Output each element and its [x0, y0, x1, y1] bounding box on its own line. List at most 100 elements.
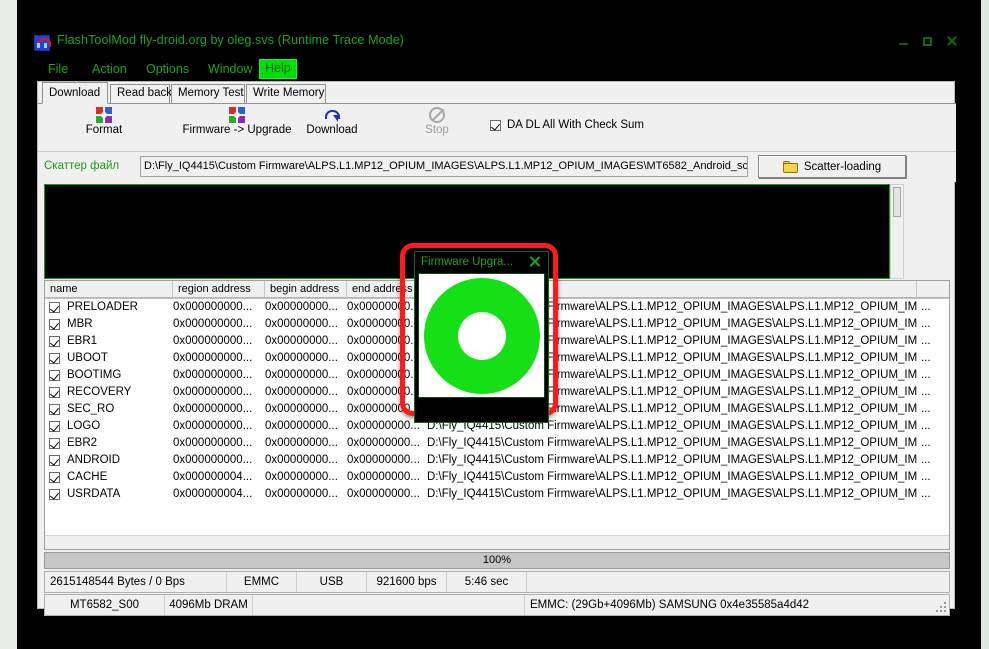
cell-end-address: 0x00000000...	[347, 437, 420, 449]
cell-begin-address: 0x00000000...	[265, 386, 338, 398]
cell-region-address: 0x000000000...	[173, 403, 253, 415]
status-connection: USB	[297, 572, 367, 592]
column-header-name[interactable]: name	[45, 281, 173, 298]
toolbar: Format Firmware -> Upgrade Download Stop…	[38, 104, 956, 152]
da-dl-checksum-label: DA DL All With Check Sum	[507, 119, 644, 131]
cell-name: SEC_RO	[67, 403, 115, 415]
cell-extra: ...	[921, 369, 931, 381]
status-emmc-info: EMMC: (29Gb+4096Mb) SAMSUNG 0x4e35585a4d…	[530, 599, 810, 611]
cell-extra: ...	[921, 437, 931, 449]
table-row[interactable]: EBR2 0x000000000... 0x00000000... 0x0000000…	[45, 435, 949, 452]
cell-name: MBR	[67, 318, 93, 330]
cell-begin-address: 0x00000000...	[265, 454, 338, 466]
minimize-icon[interactable]	[897, 34, 911, 48]
row-checkbox[interactable]	[49, 336, 60, 347]
row-checkbox[interactable]	[49, 370, 60, 381]
pinwheel-icon	[229, 107, 245, 123]
cell-begin-address: 0x00000000...	[265, 335, 338, 347]
table-row[interactable]: ANDROID 0x000000000... 0x00000000... 0x0000…	[45, 452, 949, 469]
resize-grip[interactable]	[935, 601, 947, 613]
firmware-upgrade-dialog: Firmware Upgra...	[414, 251, 549, 423]
dialog-body	[418, 273, 545, 398]
cell-name: EBR1	[67, 335, 98, 347]
cell-region-address: 0x000000000...	[173, 301, 253, 313]
cell-name: USRDATA	[67, 488, 121, 500]
row-checkbox[interactable]	[49, 472, 60, 483]
row-checkbox[interactable]	[49, 387, 60, 398]
column-header-begin-address[interactable]: begin address	[265, 281, 347, 298]
row-checkbox[interactable]	[49, 421, 60, 432]
row-checkbox[interactable]	[49, 438, 60, 449]
cell-location: D:\Fly_IQ4415\Custom Firmware\ALPS.L1.MP…	[427, 437, 917, 449]
tab-strip: Download Read back Memory Test Write Mem…	[38, 82, 956, 104]
table-row[interactable]: USRDATA 0x000000004... 0x00000000... 0x0000…	[45, 486, 949, 503]
menu-bar: File Action Options Window Help	[29, 57, 963, 81]
cell-extra: ...	[921, 403, 931, 415]
menu-item-file[interactable]: File	[43, 60, 73, 78]
tab-write-memory[interactable]: Write Memory	[246, 84, 326, 103]
close-icon[interactable]	[529, 255, 542, 268]
cell-extra: ...	[921, 454, 931, 466]
cell-extra: ...	[921, 471, 931, 483]
close-icon[interactable]	[945, 34, 959, 48]
cell-begin-address: 0x00000000...	[265, 420, 338, 432]
cell-region-address: 0x000000000...	[173, 420, 253, 432]
flashtool-icon	[34, 35, 51, 51]
status-storage-type: EMMC	[227, 572, 297, 592]
row-checkbox[interactable]	[49, 353, 60, 364]
stop-button[interactable]: Stop	[389, 107, 485, 136]
cell-location: D:\Fly_IQ4415\Custom Firmware\ALPS.L1.MP…	[427, 471, 917, 483]
cell-region-address: 0x000000000...	[173, 369, 253, 381]
cell-extra: ...	[921, 386, 931, 398]
menu-item-options[interactable]: Options	[141, 60, 194, 78]
table-row[interactable]: CACHE 0x000000004... 0x00000000... 0x000000…	[45, 469, 949, 486]
cell-extra: ...	[921, 420, 931, 432]
cell-location: D:\Fly_IQ4415\Custom Firmware\ALPS.L1.MP…	[427, 488, 917, 500]
menu-item-action[interactable]: Action	[87, 60, 132, 78]
maximize-icon[interactable]	[921, 34, 935, 48]
cell-location: D:\Fly_IQ4415\Custom Firmware\ALPS.L1.MP…	[427, 454, 917, 466]
cell-begin-address: 0x00000000...	[265, 301, 338, 313]
console-scrollbar-thumb[interactable]	[893, 187, 901, 217]
cell-region-address: 0x000000000...	[173, 454, 253, 466]
row-checkbox[interactable]	[49, 302, 60, 313]
tab-memory-test[interactable]: Memory Test	[171, 84, 245, 103]
row-checkbox[interactable]	[49, 489, 60, 500]
row-checkbox[interactable]	[49, 319, 60, 330]
row-checkbox[interactable]	[49, 404, 60, 415]
cell-begin-address: 0x00000000...	[265, 403, 338, 415]
column-header-extra[interactable]	[917, 281, 949, 298]
tab-download[interactable]: Download	[42, 82, 108, 104]
scatter-loading-button[interactable]: Scatter-loading	[758, 155, 906, 178]
window-controls	[897, 34, 959, 48]
status-spare-2	[253, 595, 525, 615]
window-title: FlashToolMod fly-droid.org by oleg.svs (…	[57, 33, 405, 47]
cell-name: BOOTIMG	[67, 369, 122, 381]
partition-table-hscrollbar[interactable]	[45, 535, 949, 549]
cell-name: RECOVERY	[67, 386, 132, 398]
cell-region-address: 0x000000000...	[173, 437, 253, 449]
download-button[interactable]: Download	[284, 107, 380, 136]
title-bar: FlashToolMod fly-droid.org by oleg.svs (…	[29, 27, 963, 57]
column-header-region-address[interactable]: region address	[173, 281, 265, 298]
stop-icon	[429, 107, 445, 123]
console-scrollbar[interactable]	[890, 184, 904, 279]
cell-begin-address: 0x00000000...	[265, 352, 338, 364]
download-arrow-icon	[323, 107, 341, 123]
row-checkbox[interactable]	[49, 455, 60, 466]
da-dl-checksum-checkbox[interactable]	[490, 119, 501, 131]
folder-open-icon	[782, 160, 798, 173]
menu-item-window[interactable]: Window	[203, 60, 257, 78]
cell-name: CACHE	[67, 471, 108, 483]
tab-read-back[interactable]: Read back	[110, 84, 172, 103]
cell-begin-address: 0x00000000...	[265, 471, 338, 483]
screenshot-root: FlashToolMod fly-droid.org by oleg.svs (…	[0, 0, 989, 649]
menu-item-help[interactable]: Help	[259, 59, 297, 79]
status-elapsed-time: 5:46 sec	[447, 572, 527, 592]
da-dl-checksum-row[interactable]: DA DL All With Check Sum	[490, 119, 644, 131]
cell-name: UBOOT	[67, 352, 108, 364]
format-button[interactable]: Format	[56, 107, 152, 136]
cell-extra: ...	[921, 335, 931, 347]
scatter-file-input[interactable]: D:\Fly_IQ4415\Custom Firmware\ALPS.L1.MP…	[140, 156, 748, 177]
cell-end-address: 0x00000000...	[347, 471, 420, 483]
